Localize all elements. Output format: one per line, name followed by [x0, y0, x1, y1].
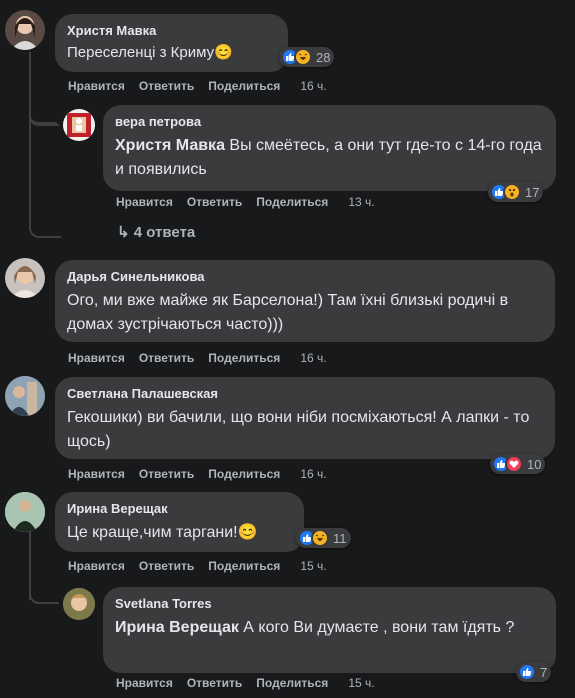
- comment-author[interactable]: Ирина Верещак: [67, 500, 292, 517]
- like-button[interactable]: Нравится: [68, 79, 125, 93]
- timestamp[interactable]: 16 ч.: [300, 351, 326, 365]
- avatar[interactable]: [5, 376, 45, 416]
- like-icon: [518, 663, 536, 681]
- reply-bubble: вера петрова Христя Мавка Вы смеётесь, а…: [103, 105, 556, 191]
- comment-bubble: Светлана Палашевская Гекошики) ви бачили…: [55, 377, 555, 459]
- comment-actions: Нравится Ответить Поделиться 15 ч.: [68, 559, 341, 573]
- timestamp[interactable]: 15 ч.: [300, 559, 326, 573]
- comment-text: Христя Мавка Вы смеётесь, а они тут где-…: [115, 134, 544, 182]
- comment-author[interactable]: Svetlana Torres: [115, 595, 544, 612]
- reply-button[interactable]: Ответить: [139, 467, 194, 481]
- replies-count: 4 ответа: [133, 224, 196, 241]
- share-button[interactable]: Поделиться: [208, 79, 280, 93]
- avatar[interactable]: [5, 492, 45, 532]
- timestamp[interactable]: 16 ч.: [300, 467, 326, 481]
- comment-actions: Нравится Ответить Поделиться 16 ч.: [68, 467, 341, 481]
- comment-actions: Нравится Ответить Поделиться 13 ч.: [116, 195, 389, 209]
- avatar[interactable]: [63, 109, 95, 141]
- timestamp[interactable]: 13 ч.: [348, 195, 374, 209]
- share-button[interactable]: Поделиться: [208, 467, 280, 481]
- reply-button[interactable]: Ответить: [139, 351, 194, 365]
- reactions-badge[interactable]: 7: [516, 662, 552, 682]
- reply-button[interactable]: Ответить: [139, 79, 194, 93]
- reply-button[interactable]: Ответить: [187, 195, 242, 209]
- share-button[interactable]: Поделиться: [208, 559, 280, 573]
- like-button[interactable]: Нравится: [68, 467, 125, 481]
- reactions-badge[interactable]: 10: [490, 454, 546, 474]
- comment-actions: Нравится Ответить Поделиться 16 ч.: [68, 351, 341, 365]
- reactions-count: 10: [527, 456, 542, 472]
- like-button[interactable]: Нравится: [116, 195, 173, 209]
- share-button[interactable]: Поделиться: [256, 676, 328, 690]
- reactions-count: 11: [333, 530, 347, 546]
- comment-author[interactable]: вера петрова: [115, 113, 544, 130]
- wow-icon: [503, 183, 521, 201]
- comment-body: А кого Ви думаєте , вони там їдять ?: [238, 619, 515, 636]
- comment-text: Ирина Верещак А кого Ви думаєте , вони т…: [115, 616, 544, 640]
- reply-button[interactable]: Ответить: [187, 676, 242, 690]
- comment-author[interactable]: Дарья Синельникова: [67, 268, 543, 285]
- comment-bubble: Ирина Верещак Це краще,чим таргани!😊: [55, 492, 304, 552]
- mention-link[interactable]: Ирина Верещак: [115, 619, 239, 636]
- reply-bubble: Svetlana Torres Ирина Верещак А кого Ви …: [103, 587, 556, 673]
- haha-icon: [311, 529, 329, 547]
- thread-connector: [29, 52, 59, 126]
- reactions-badge[interactable]: 11: [296, 528, 351, 548]
- like-button[interactable]: Нравится: [68, 559, 125, 573]
- reactions-badge[interactable]: 17: [488, 182, 544, 202]
- share-button[interactable]: Поделиться: [256, 195, 328, 209]
- thread-connector: [29, 530, 59, 604]
- comment-text: Переселенці з Криму😊: [67, 44, 233, 61]
- like-button[interactable]: Нравится: [68, 351, 125, 365]
- reply-arrow-icon: ↳: [117, 224, 130, 241]
- heart-icon: [505, 455, 523, 473]
- comment-author[interactable]: Светлана Палашевская: [67, 385, 543, 402]
- thread-connector: [29, 118, 61, 238]
- comment-text: Гекошики) ви бачили, що вони ніби посміх…: [67, 409, 530, 450]
- comment-bubble: Христя Мавка Переселенці з Криму😊: [55, 14, 288, 72]
- comment-actions: Нравится Ответить Поделиться 16 ч.: [68, 79, 341, 93]
- comment-actions: Нравится Ответить Поделиться 15 ч.: [116, 676, 389, 690]
- comment-text: Це краще,чим таргани!😊: [67, 524, 258, 541]
- reply-button[interactable]: Ответить: [139, 559, 194, 573]
- comment-text: Ого, ми вже майже як Барселона!) Там їхн…: [67, 292, 509, 333]
- avatar[interactable]: [63, 588, 95, 620]
- comment-bubble: Дарья Синельникова Ого, ми вже майже як …: [55, 260, 555, 342]
- reactions-count: 28: [316, 49, 331, 65]
- timestamp[interactable]: 15 ч.: [348, 676, 374, 690]
- share-button[interactable]: Поделиться: [208, 351, 280, 365]
- comment-author[interactable]: Христя Мавка: [67, 22, 276, 39]
- view-replies-link[interactable]: ↳ 4 ответа: [117, 223, 195, 241]
- avatar[interactable]: [5, 10, 45, 50]
- timestamp[interactable]: 16 ч.: [300, 79, 326, 93]
- avatar[interactable]: [5, 258, 45, 298]
- reactions-count: 7: [540, 664, 548, 680]
- mention-link[interactable]: Христя Мавка: [115, 137, 225, 154]
- reactions-badge[interactable]: 28: [279, 47, 335, 67]
- like-button[interactable]: Нравится: [116, 676, 173, 690]
- haha-icon: [294, 48, 312, 66]
- reactions-count: 17: [525, 184, 540, 200]
